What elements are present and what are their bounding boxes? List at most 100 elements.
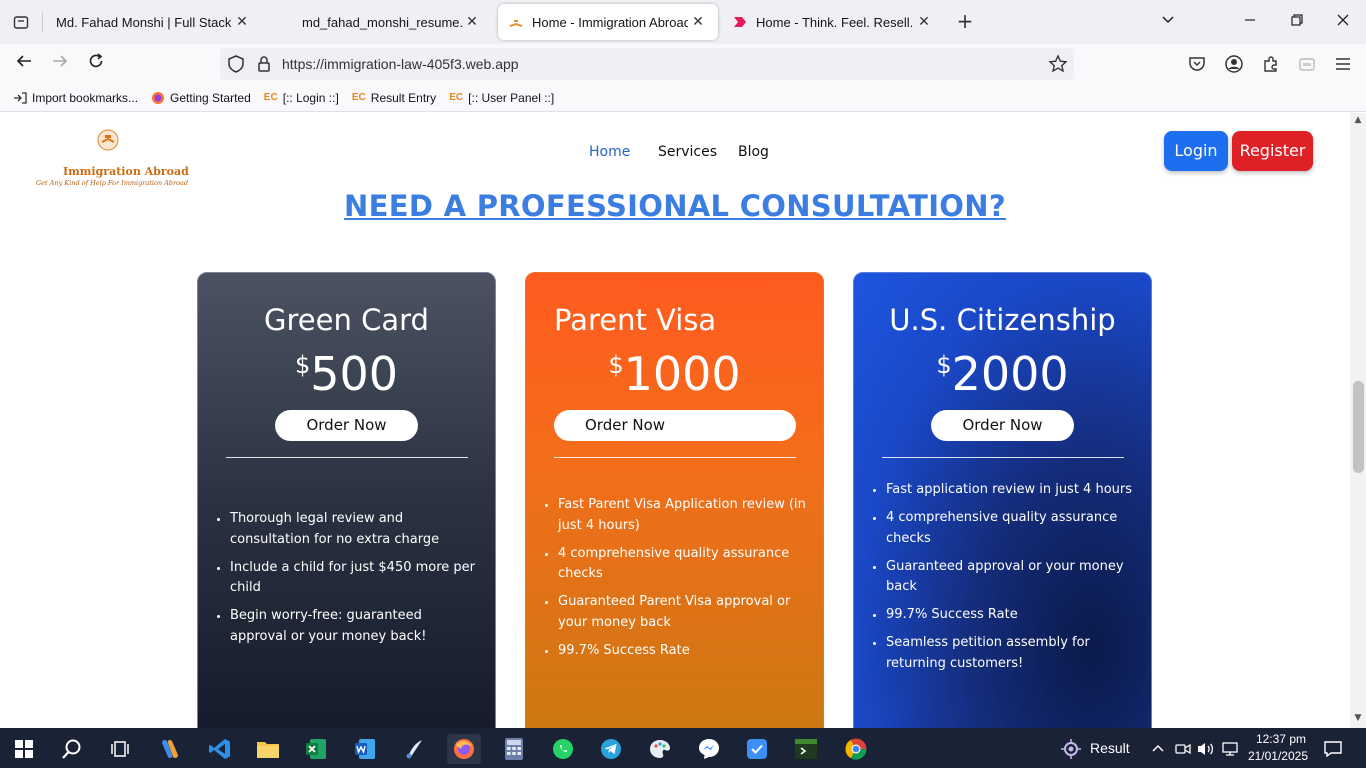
minimize-icon[interactable] [1238,10,1262,34]
hamburger-menu-icon[interactable] [1333,54,1353,74]
bookmark-label: Result Entry [370,90,437,105]
bookmark-user-panel[interactable]: EC [:: User Panel ::] [448,91,554,105]
snipping-tool-icon[interactable] [399,734,429,764]
list-item: 4 comprehensive quality assurance checks [558,544,810,585]
bookmark-star-icon[interactable] [1048,54,1068,74]
messenger-icon[interactable] [694,734,724,764]
order-now-button[interactable]: Order Now [275,410,418,441]
bookmark-login[interactable]: EC [:: Login ::] [263,91,339,105]
nav-home[interactable]: Home [589,144,630,160]
card-price: $1000 [526,347,823,401]
copilot-icon[interactable] [155,734,185,764]
todo-icon[interactable] [742,734,772,764]
close-icon[interactable]: ✕ [462,14,482,30]
back-arrow-icon[interactable] [12,52,36,76]
search-icon[interactable] [57,734,87,764]
bookmark-result-entry[interactable]: EC Result Entry [351,91,436,105]
divider [226,457,468,458]
word-icon[interactable] [350,734,380,764]
list-item: Begin worry-free: guaranteed approval or… [230,606,482,647]
consultation-heading[interactable]: NEED A PROFESSIONAL CONSULTATION? [0,189,1350,223]
close-icon[interactable]: ✕ [914,14,934,30]
order-now-button[interactable]: Order Now [554,410,796,441]
currency-symbol: $ [608,351,624,379]
calculator-icon[interactable] [499,734,529,764]
order-now-button[interactable]: Order Now [931,410,1074,441]
ec-logo-icon: EC [263,92,278,103]
register-button[interactable]: Register [1232,131,1313,171]
close-window-icon[interactable] [1331,10,1355,34]
logo-title: Immigration Abroad [63,165,189,178]
immigration-favicon-icon [508,14,524,30]
scroll-thumb[interactable] [1353,381,1364,473]
extensions-icon[interactable] [1261,54,1281,74]
tab-think-feel-resell[interactable]: Home - Think. Feel. Resell. ✕ [722,4,944,40]
site-logo[interactable]: Immigration Abroad Get Any Kind of Help … [30,127,190,187]
nav-blog[interactable]: Blog [738,144,769,160]
new-tab-plus-icon[interactable]: + [954,10,976,32]
disabled-extension-icon[interactable] [1297,54,1317,74]
clock-time[interactable]: 12:37 pm [1250,732,1306,746]
close-icon[interactable]: ✕ [688,14,708,30]
excel-icon[interactable] [301,734,331,764]
pricing-card-green-card: Green Card $500 Order Now Thorough legal… [197,272,496,728]
card-title: U.S. Citizenship [889,303,1116,337]
task-view-icon[interactable] [105,734,135,764]
volume-icon[interactable] [1195,734,1217,764]
bookmark-import[interactable]: Import bookmarks... [12,91,138,105]
close-icon[interactable]: ✕ [232,14,252,30]
feature-list: Thorough legal review and consultation f… [230,509,482,655]
tab-portfolio[interactable]: Md. Fahad Monshi | Full Stack Devel ✕ [46,4,262,40]
account-icon[interactable] [1224,54,1244,74]
restore-icon[interactable] [1285,10,1309,34]
tab-resume-pdf[interactable]: md_fahad_monshi_resume.pdf ✕ [292,4,492,40]
tab-immigration-abroad[interactable]: Home - Immigration Abroad ✕ [498,4,718,40]
url-bar[interactable]: https://immigration-law-405f3.web.app [220,48,1074,80]
nav-services[interactable]: Services [658,144,717,160]
network-icon[interactable] [1219,734,1241,764]
tab-overflow-chevron-down-icon[interactable] [1156,10,1180,34]
paint-app-icon[interactable] [645,734,675,764]
url-text: https://immigration-law-405f3.web.app [282,56,519,72]
file-explorer-icon[interactable] [253,734,283,764]
currency-symbol: $ [936,351,952,379]
divider [882,457,1124,458]
weather-widget-icon[interactable] [1056,734,1086,764]
list-item: 99.7% Success Rate [886,605,1138,626]
show-hidden-icons-chevron-up-icon[interactable] [1146,734,1170,764]
bookmarks-toolbar: Import bookmarks... Getting Started EC [… [0,84,1366,112]
reload-icon[interactable] [84,52,108,76]
page-scrollbar[interactable]: ▲ ▼ [1350,113,1366,728]
clock-date[interactable]: 21/01/2025 [1246,749,1308,763]
bookmark-label: Import bookmarks... [32,90,139,105]
list-item: Fast Parent Visa Application review (in … [558,495,810,536]
shield-icon[interactable] [226,54,246,74]
forward-arrow-icon[interactable] [48,52,72,76]
login-button[interactable]: Login [1164,131,1228,171]
import-icon [12,91,28,105]
bookmark-getting-started[interactable]: Getting Started [150,91,251,105]
bookmark-label: [:: User Panel ::] [468,90,555,105]
lock-icon[interactable] [254,54,274,74]
windows-start-icon[interactable] [9,734,39,764]
tab-label: Home - Immigration Abroad [532,14,688,30]
telegram-icon[interactable] [596,734,626,764]
notification-icon[interactable] [1318,734,1348,764]
card-title: Green Card [264,303,429,337]
meet-now-icon[interactable] [1172,734,1194,764]
firefox-taskbar-icon[interactable] [447,734,481,764]
resell-favicon-icon [732,14,748,30]
weather-widget-label[interactable]: Result [1090,740,1130,756]
scroll-up-icon[interactable]: ▲ [1353,115,1363,125]
pocket-icon[interactable] [1187,54,1207,74]
chrome-icon[interactable] [841,734,871,764]
vscode-icon[interactable] [205,734,235,764]
card-price: $500 [198,347,495,401]
card-price: $2000 [854,347,1151,401]
whatsapp-icon[interactable] [548,734,578,764]
firefox-icon [150,91,166,105]
terminal-app-icon[interactable] [791,734,821,764]
logo-subtitle: Get Any Kind of Help For Immigration Abr… [36,179,189,187]
list-all-tabs-icon[interactable] [0,0,42,44]
scroll-down-icon[interactable]: ▼ [1353,713,1363,723]
